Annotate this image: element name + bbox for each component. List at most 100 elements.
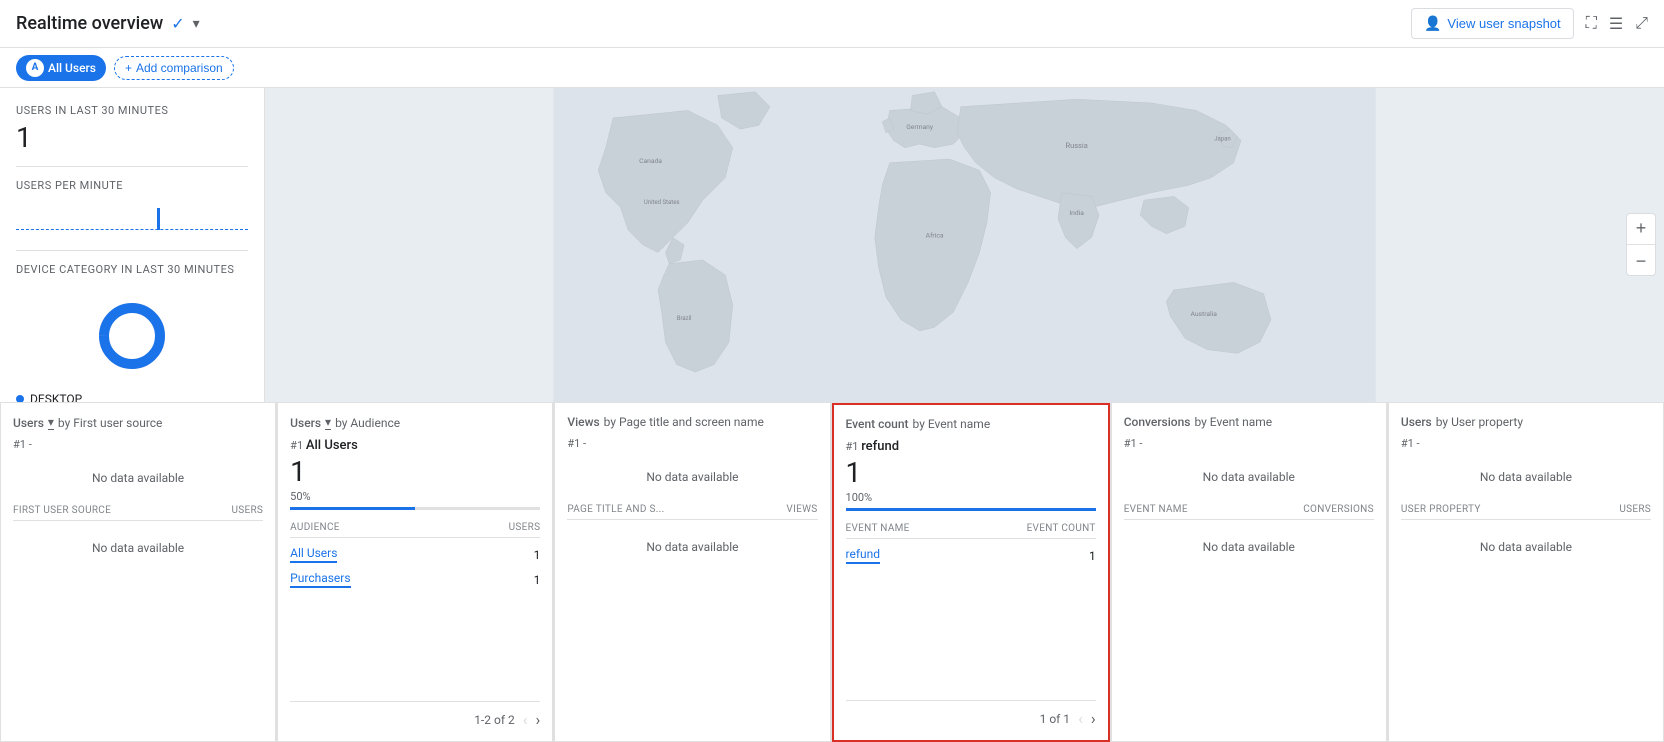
event-refund-value: 1 [1089,549,1096,563]
card-dash-1: - [29,438,32,451]
svg-text:Brazil: Brazil [677,315,692,322]
card-title-event-count: Event count by Event name [846,417,1096,431]
audience-percent: 50% [290,490,540,503]
left-panel: USERS IN LAST 30 MINUTES 1 USERS PER MIN… [0,88,265,402]
conversions-no-data-top: No data available [1124,454,1374,500]
bottom-cards: Users ▾ by First user source #1 - No dat… [0,402,1664,742]
snapshot-icon: 👤 [1424,15,1441,32]
conversions-table-header: EVENT NAME CONVERSIONS [1124,500,1374,520]
audience-dropdown[interactable]: ▾ [325,415,331,430]
page-body: USERS IN LAST 30 MINUTES 1 USERS PER MIN… [0,88,1664,742]
users-stat-section: USERS IN LAST 30 MINUTES 1 [16,104,248,167]
settings-button[interactable]: ☰ [1609,14,1623,34]
event-rank: #1 refund [846,439,1096,454]
audience-col2: USERS [509,522,541,533]
legend-label-desktop: DESKTOP [30,392,82,402]
all-users-label: All Users [48,61,96,75]
add-comparison-label: Add comparison [136,61,223,75]
audience-prev[interactable]: ‹ [523,710,528,729]
card-title-conversions: Conversions by Event name [1124,415,1374,429]
card-title-dropdown[interactable]: ▾ [48,415,54,430]
audience-rank: #1 All Users [290,438,540,453]
audience-users-label: Users [290,416,321,430]
user-property-suffix: by User property [1436,415,1523,429]
event-count-suffix: by Event name [913,417,991,431]
users-value: 1 [16,121,248,154]
event-bar-container [846,508,1096,511]
conversions-rank: #1 - [1124,437,1374,450]
event-pagination: 1 of 1 [1040,712,1070,726]
event-table-header: EVENT NAME EVENT COUNT [846,519,1096,539]
conversions-label: Conversions [1124,415,1191,429]
conversions-no-data-bottom: No data available [1124,524,1374,570]
header-title: Realtime overview [16,13,163,34]
card-title-user-property: Users by User property [1401,415,1651,429]
expand-button[interactable]: ⛶ [1586,15,1597,33]
zoom-out-button[interactable]: − [1627,247,1655,275]
audience-title-suffix: by Audience [335,416,400,430]
header-dropdown-arrow[interactable]: ▾ [193,16,200,32]
user-property-no-data-top: No data available [1401,454,1651,500]
card-title-users-label: Users [13,416,44,430]
view-snapshot-label: View user snapshot [1447,16,1560,31]
event-main-value: 1 [846,456,1096,489]
card-event-count: Event count by Event name #1 refund 1 10… [832,403,1110,742]
audience-pagination: 1-2 of 2 [474,713,515,727]
world-map-svg: Canada United States Brazil Germany Afri… [265,88,1664,402]
views-no-data-top: No data available [567,454,817,500]
audience-bar [290,507,415,510]
card-title-page-views: Views by Page title and screen name [567,415,817,429]
event-bar [846,508,1096,511]
card-first-user-source: Users ▾ by First user source #1 - No dat… [0,403,276,742]
no-data-bottom-1: No data available [13,525,263,571]
views-label: Views [567,415,599,429]
header-left: Realtime overview ✓ ▾ [16,13,200,34]
legend-dot-desktop [16,395,24,402]
no-data-top-1: No data available [13,455,263,501]
svg-text:Germany: Germany [906,123,934,131]
event-count-label: Event count [846,417,909,431]
audience-all-users-value: 1 [534,548,541,562]
audience-col1: AUDIENCE [290,522,340,533]
conversions-col2: CONVERSIONS [1303,504,1374,515]
audience-main-label: All Users [306,438,358,453]
audience-next[interactable]: › [536,710,541,729]
map-zoom-controls: + − [1626,213,1656,276]
audience-footer: 1-2 of 2 ‹ › [290,701,540,729]
avatar: A [26,59,44,77]
share-button[interactable]: ⤢ [1635,15,1648,33]
event-prev[interactable]: ‹ [1078,709,1083,728]
zoom-in-button[interactable]: + [1627,214,1655,242]
all-users-badge[interactable]: A All Users [16,55,106,81]
top-half: USERS IN LAST 30 MINUTES 1 USERS PER MIN… [0,88,1664,402]
event-refund[interactable]: refund [846,547,881,564]
user-property-col1: USER PROPERTY [1401,504,1481,515]
card-user-property: Users by User property #1 - No data avai… [1388,403,1664,742]
add-comparison-button[interactable]: + Add comparison [114,56,234,80]
col2-label-1: USERS [231,505,263,516]
card-page-views: Views by Page title and screen name #1 -… [554,403,830,742]
views-col2: VIEWS [786,504,817,515]
views-rank: #1 - [567,437,817,450]
audience-all-users[interactable]: All Users [290,546,337,563]
event-next[interactable]: › [1091,709,1096,728]
header-right: 👤 View user snapshot ⛶ ☰ ⤢ [1411,8,1648,39]
views-dash: - [583,437,586,450]
views-no-data-bottom: No data available [567,524,817,570]
table-header-1: FIRST USER SOURCE USERS [13,501,263,521]
event-footer: 1 of 1 ‹ › [846,700,1096,728]
conversions-col1: EVENT NAME [1124,504,1188,515]
audience-purchasers[interactable]: Purchasers [290,571,350,588]
views-table-header: PAGE TITLE AND S... VIEWS [567,500,817,520]
device-category-label: DEVICE CATEGORY IN LAST 30 MINUTES [16,263,234,276]
views-suffix: by Page title and screen name [604,415,764,429]
users-label: USERS IN LAST 30 MINUTES [16,104,248,117]
card-rank-1: #1 - [13,438,263,451]
view-snapshot-button[interactable]: 👤 View user snapshot [1411,8,1574,39]
svg-text:Australia: Australia [1191,310,1218,318]
views-col1: PAGE TITLE AND S... [567,504,664,515]
user-property-table-header: USER PROPERTY USERS [1401,500,1651,520]
card-title-suffix1: by First user source [58,416,163,430]
map-area: Canada United States Brazil Germany Afri… [265,88,1664,402]
svg-text:India: India [1069,209,1084,217]
